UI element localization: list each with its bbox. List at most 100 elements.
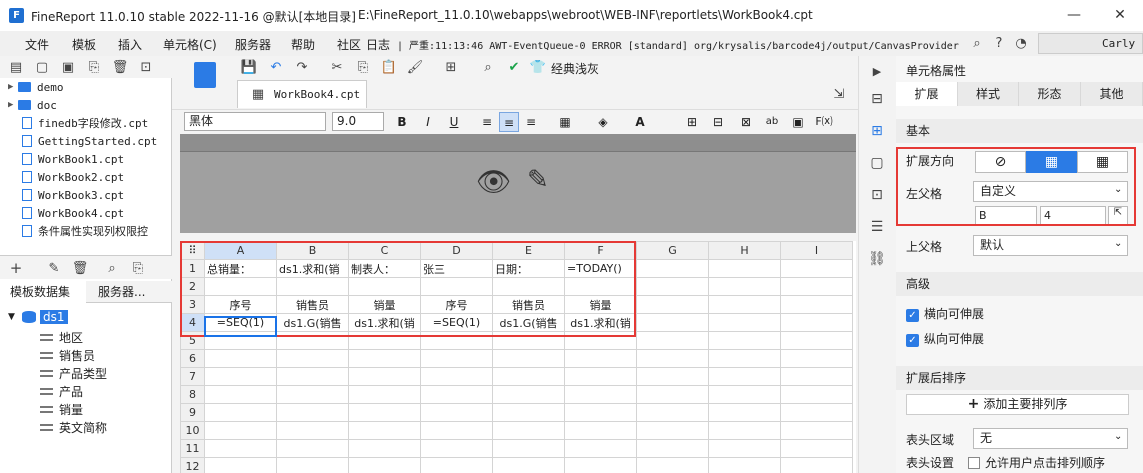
menu-insert[interactable]: 插入 bbox=[118, 36, 142, 53]
sheet-cell[interactable] bbox=[780, 277, 853, 296]
preview-icon[interactable]: ⊞ bbox=[443, 59, 459, 75]
sheet-cell[interactable] bbox=[564, 439, 637, 458]
font-color-icon[interactable]: A bbox=[630, 112, 650, 132]
row-header[interactable]: 5 bbox=[180, 331, 205, 350]
menu-community[interactable]: 社区 bbox=[337, 36, 361, 53]
sheet-cell[interactable]: ds1.求和(销 bbox=[564, 313, 637, 332]
sheet-cell[interactable] bbox=[708, 439, 781, 458]
field-item[interactable]: 销量 bbox=[40, 401, 83, 418]
field-item[interactable]: 地区 bbox=[40, 329, 83, 346]
tree-item[interactable]: WorkBook3.cpt bbox=[8, 186, 124, 204]
sheet-cell[interactable] bbox=[420, 385, 493, 404]
sheet-cell[interactable]: ds1.G(销售 bbox=[492, 313, 565, 332]
minimize-icon[interactable]: — bbox=[1051, 0, 1097, 31]
sheet-cell[interactable] bbox=[348, 367, 421, 386]
expand-icon[interactable]: ▼ bbox=[8, 312, 18, 322]
check-icon[interactable]: ✔ bbox=[506, 59, 522, 75]
sheet-cell[interactable]: 销量 bbox=[348, 295, 421, 314]
sheet-cell[interactable] bbox=[708, 331, 781, 350]
merge-icon[interactable]: ⊞ bbox=[682, 112, 702, 132]
sheet-cell[interactable]: 序号 bbox=[204, 295, 277, 314]
sheet-cell[interactable] bbox=[276, 457, 349, 473]
lock-icon[interactable]: ⊡ bbox=[138, 59, 154, 75]
menu-template[interactable]: 模板 bbox=[72, 36, 96, 53]
align-center-icon[interactable]: ≡ bbox=[499, 112, 519, 132]
sheet-cell[interactable] bbox=[780, 457, 853, 473]
image-icon[interactable]: ▣ bbox=[788, 112, 808, 132]
sheet-cell[interactable]: =SEQ(1) bbox=[204, 313, 277, 332]
new-folder-icon[interactable]: ▤ bbox=[8, 59, 24, 75]
up-parent-select[interactable]: 默认 bbox=[973, 235, 1128, 256]
row-header[interactable]: 8 bbox=[180, 385, 205, 404]
sheet-cell[interactable] bbox=[492, 277, 565, 296]
sheet-cell[interactable] bbox=[348, 457, 421, 473]
font-size-select[interactable]: 9.0 bbox=[332, 112, 384, 131]
list-icon[interactable]: ☰ bbox=[866, 216, 888, 238]
column-header[interactable]: E bbox=[492, 241, 565, 260]
refresh-icon[interactable]: ⎘ bbox=[86, 59, 102, 75]
sheet-cell[interactable] bbox=[276, 277, 349, 296]
sheet-cell[interactable] bbox=[348, 403, 421, 422]
sheet-cell[interactable] bbox=[492, 457, 565, 473]
sheet-cell[interactable]: =TODAY() bbox=[564, 259, 637, 278]
sheet-cell[interactable] bbox=[564, 403, 637, 422]
sheet-cell[interactable] bbox=[708, 457, 781, 473]
sheet-cell[interactable] bbox=[708, 313, 781, 332]
sheet-cell[interactable] bbox=[276, 331, 349, 350]
delete-icon[interactable]: 🗑 bbox=[112, 59, 129, 75]
sheet-cell[interactable] bbox=[780, 385, 853, 404]
sheet-cell[interactable] bbox=[204, 385, 277, 404]
header-area-select[interactable]: 无 bbox=[973, 428, 1128, 449]
sheet-cell[interactable]: 序号 bbox=[420, 295, 493, 314]
sheet-cell[interactable] bbox=[636, 295, 709, 314]
border-icon[interactable]: ▦ bbox=[555, 112, 575, 132]
tab-expand[interactable]: 扩展 bbox=[896, 82, 958, 106]
sheet-cell[interactable] bbox=[780, 367, 853, 386]
column-header[interactable]: I bbox=[780, 241, 853, 260]
sheet-cell[interactable] bbox=[348, 421, 421, 440]
column-header[interactable]: F bbox=[564, 241, 637, 260]
sheet-cell[interactable] bbox=[204, 367, 277, 386]
row-header[interactable]: 3 bbox=[180, 295, 205, 314]
formula-icon[interactable]: F⒳ bbox=[814, 112, 834, 132]
cell-expand-icon[interactable]: ⊞ bbox=[866, 120, 888, 142]
sheet-cell[interactable]: ds1.求和(销 bbox=[348, 313, 421, 332]
sheet-cell[interactable] bbox=[708, 367, 781, 386]
sheet-cell[interactable] bbox=[636, 367, 709, 386]
sheet-cell[interactable] bbox=[708, 295, 781, 314]
sheet-cell[interactable] bbox=[348, 385, 421, 404]
sheet-cell[interactable] bbox=[780, 295, 853, 314]
sheet-cell[interactable] bbox=[420, 403, 493, 422]
sheet-cell[interactable]: 日期： bbox=[492, 259, 565, 278]
sheet-cell[interactable] bbox=[420, 457, 493, 473]
text-icon[interactable]: ab bbox=[762, 112, 782, 132]
field-item[interactable]: 产品类型 bbox=[40, 365, 107, 382]
menu-cell[interactable]: 单元格(C) bbox=[163, 36, 217, 53]
sheet-cell[interactable]: 销量 bbox=[564, 295, 637, 314]
row-header[interactable]: 9 bbox=[180, 403, 205, 422]
sheet-cell[interactable] bbox=[564, 331, 637, 350]
fill-color-icon[interactable]: ◈ bbox=[593, 112, 613, 132]
left-parent-row-field[interactable]: 4 bbox=[1040, 206, 1106, 226]
condition-icon[interactable]: ⊡ bbox=[866, 184, 888, 206]
row-header[interactable]: 2 bbox=[180, 277, 205, 296]
paste-icon[interactable]: 📋 bbox=[381, 59, 397, 75]
theme-label[interactable]: 经典浅灰 bbox=[551, 60, 599, 77]
sheet-cell[interactable] bbox=[708, 349, 781, 368]
sheet-cell[interactable] bbox=[636, 421, 709, 440]
sheet-cell[interactable] bbox=[564, 457, 637, 473]
tree-item[interactable]: WorkBook2.cpt bbox=[8, 168, 124, 186]
spreadsheet-grid[interactable]: ⠿ A B C D E F G H I 1 总销量： ds1.求和(销 制表人： 张三 日期： =TODAY()… bbox=[180, 241, 856, 473]
search-template-icon[interactable]: ⌕ bbox=[480, 59, 496, 75]
sheet-cell[interactable] bbox=[420, 349, 493, 368]
add-sort-button[interactable]: + 添加主要排列序 bbox=[906, 394, 1129, 415]
column-header[interactable]: C bbox=[348, 241, 421, 260]
sheet-cell[interactable]: 张三 bbox=[420, 259, 493, 278]
tree-item[interactable]: GettingStarted.cpt bbox=[8, 132, 157, 150]
sheet-cell[interactable] bbox=[420, 331, 493, 350]
sheet-cell[interactable] bbox=[780, 349, 853, 368]
sheet-cell[interactable] bbox=[708, 259, 781, 278]
sheet-cell[interactable] bbox=[636, 385, 709, 404]
sheet-cell[interactable] bbox=[708, 385, 781, 404]
add-dataset-icon[interactable]: + bbox=[8, 259, 24, 277]
